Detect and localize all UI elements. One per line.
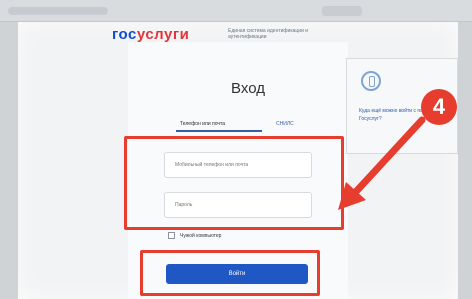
arrow-icon bbox=[338, 116, 426, 210]
step-number-badge: 4 bbox=[421, 89, 457, 125]
